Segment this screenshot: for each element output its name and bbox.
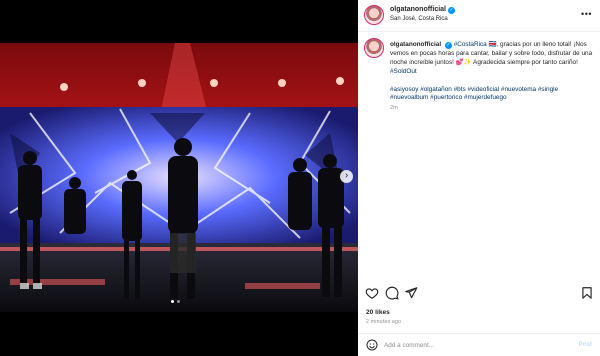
next-slide-button[interactable]: › — [340, 170, 353, 183]
comment-input[interactable] — [384, 339, 564, 351]
action-bar — [358, 284, 600, 302]
concert-photo — [0, 43, 358, 312]
smiley-icon[interactable] — [366, 339, 378, 351]
comment-bar: Post — [358, 333, 600, 356]
post-header: olgatanonofficial ✓ San José, Costa Rica … — [358, 0, 600, 32]
hashtag-link[interactable]: #asiyosoy — [390, 86, 418, 93]
verified-badge-icon: ✓ — [444, 42, 452, 49]
post-caption: olgatanonofficial ✓ #CostaRica 🇨🇷, graci… — [390, 41, 596, 103]
flag-emoji: 🇨🇷 — [488, 41, 497, 48]
carousel-indicator — [171, 300, 180, 303]
hashtag-link[interactable]: #puertorico — [430, 94, 462, 101]
post-media[interactable]: › — [0, 0, 358, 356]
caption-avatar[interactable] — [364, 38, 384, 58]
hashtag-link[interactable]: #SoldOut — [390, 68, 417, 75]
hashtag-link[interactable]: #mujerdefuego — [464, 94, 507, 101]
bookmark-icon[interactable] — [580, 286, 594, 300]
hashtag-link[interactable]: #single — [538, 86, 558, 93]
carousel-dot-active — [171, 300, 174, 303]
heart-icon[interactable] — [365, 286, 379, 300]
likes-count[interactable]: 20 likes — [366, 309, 390, 316]
username-text: olgatanonofficial — [390, 6, 446, 13]
paper-plane-icon[interactable] — [404, 286, 418, 300]
chevron-right-icon: › — [344, 170, 349, 181]
hashtag-list: #asiyosoy #olgatañon #bts #videoficial #… — [390, 86, 558, 102]
username-link[interactable]: olgatanonofficial ✓ — [390, 6, 455, 14]
post-details-panel: olgatanonofficial ✓ San José, Costa Rica … — [358, 0, 600, 356]
hashtag-link[interactable]: #olgatañon — [420, 86, 452, 93]
location-link[interactable]: San José, Costa Rica — [390, 16, 448, 22]
hashtag-link[interactable]: #bts — [454, 86, 466, 93]
hashtag-link[interactable]: #videoficial — [468, 86, 500, 93]
post-comment-button[interactable]: Post — [579, 341, 592, 348]
more-horizontal-icon[interactable]: ••• — [581, 9, 592, 19]
caption-timestamp: 2m — [390, 105, 398, 111]
avatar[interactable] — [364, 5, 384, 25]
caption-username[interactable]: olgatanonofficial — [390, 41, 441, 48]
post-timestamp: 2 minutes ago — [366, 319, 402, 325]
hashtag-link[interactable]: #nuevotema — [501, 86, 536, 93]
hashtag-link[interactable]: #nuevoalbum — [390, 94, 428, 101]
carousel-dot — [177, 300, 180, 303]
comment-icon[interactable] — [385, 286, 399, 300]
hashtag-link[interactable]: #CostaRica — [454, 41, 487, 48]
verified-badge-icon: ✓ — [448, 7, 455, 14]
